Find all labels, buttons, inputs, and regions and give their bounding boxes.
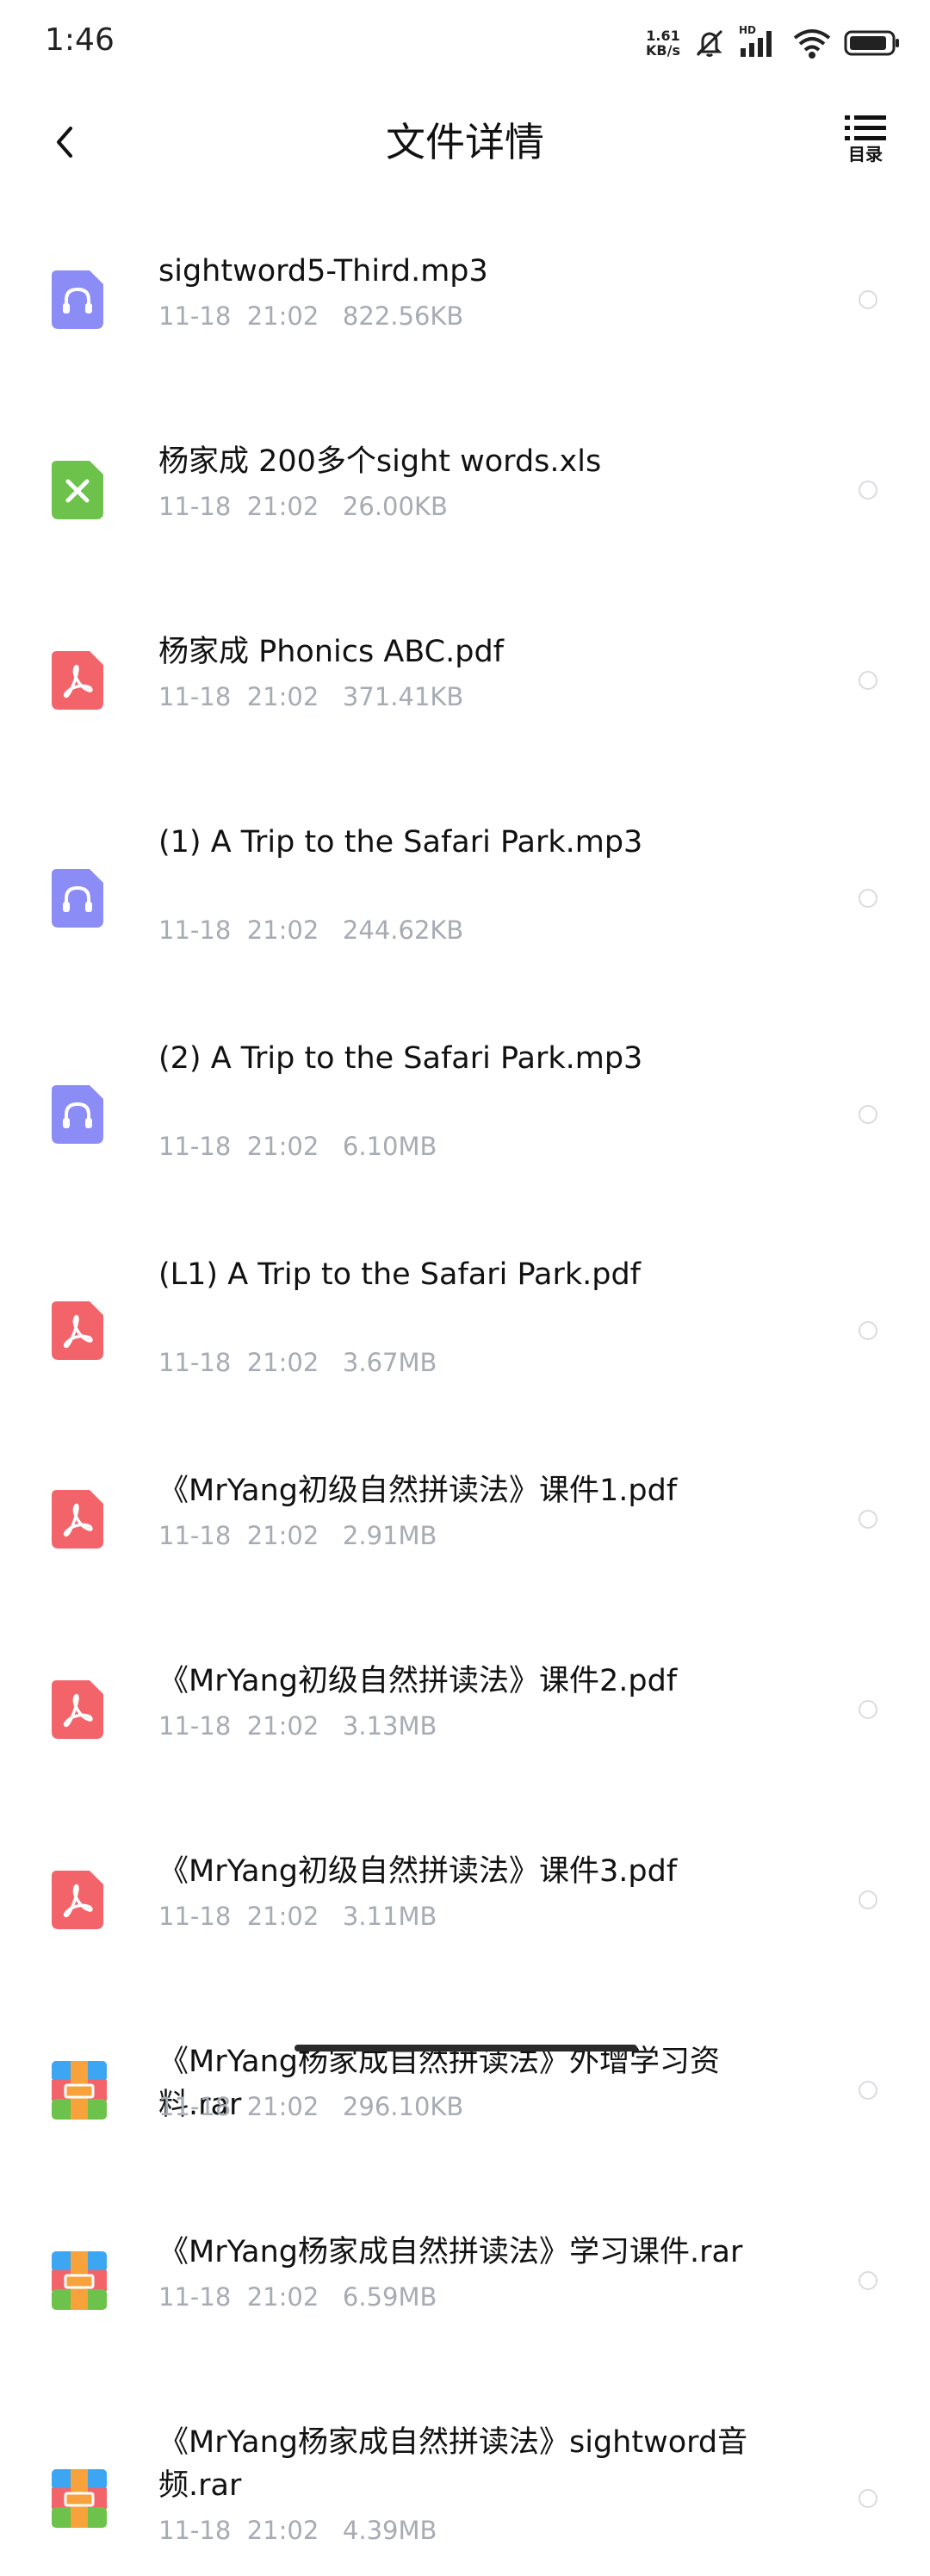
audio-file-icon	[52, 1085, 103, 1144]
select-radio[interactable]	[859, 2081, 877, 2100]
archive-file-icon	[52, 2061, 107, 2120]
file-row[interactable]: 《MrYang初级自然拼读法》课件2.pdf 11-18 21:02 3.13MB	[0, 1642, 930, 1789]
toc-label: 目录	[848, 144, 883, 164]
file-row[interactable]: sightword5-Third.mp3 11-18 21:02 822.56KB	[0, 233, 930, 379]
select-radio[interactable]	[859, 1890, 877, 1909]
file-row[interactable]: (L1) A Trip to the Safari Park.pdf 11-18 …	[0, 1236, 930, 1408]
file-name: sightword5-Third.mp3	[158, 254, 488, 289]
file-row[interactable]: 《MrYang杨家成自然拼读法》sightword音频.rar 11-18 21:…	[0, 2404, 930, 2576]
status-bar: 1:46 1.61 KB/s HD	[0, 0, 930, 86]
archive-file-icon	[52, 2251, 107, 2310]
file-name: 《MrYang杨家成自然拼读法》sightword音频.rar	[158, 2425, 748, 2503]
file-row[interactable]: 《MrYang杨家成自然拼读法》学习课件.rar 11-18 21:02 6.59…	[0, 2213, 930, 2360]
select-radio[interactable]	[859, 1510, 877, 1529]
battery-icon	[844, 28, 901, 58]
file-name: 杨家成 200多个sight words.xls	[158, 444, 602, 479]
select-radio[interactable]	[859, 889, 877, 908]
file-meta: 11-18 21:02 2.91MB	[158, 1521, 437, 1550]
network-speed: 1.61 KB/s	[646, 28, 680, 58]
file-meta: 11-18 21:02 371.41KB	[158, 682, 464, 711]
file-meta: 11-18 21:02 3.13MB	[158, 1711, 437, 1741]
list-icon	[845, 115, 886, 140]
file-row[interactable]: 杨家成 200多个sight words.xls 11-18 21:02 26.0…	[0, 423, 930, 569]
mute-bell-icon	[692, 26, 727, 60]
file-row[interactable]: (2) A Trip to the Safari Park.mp3 11-18 2…	[0, 1020, 930, 1192]
status-time: 1:46	[45, 22, 115, 58]
select-radio[interactable]	[859, 1321, 877, 1340]
excel-file-icon	[52, 461, 103, 519]
file-name: (2) A Trip to the Safari Park.mp3	[158, 1041, 643, 1076]
signal-hd-label: HD	[739, 24, 757, 36]
file-meta: 11-18 21:02 822.56KB	[158, 301, 464, 331]
pdf-file-icon	[52, 1680, 103, 1739]
file-name: 《MrYang初级自然拼读法》课件2.pdf	[158, 1664, 678, 1698]
network-speed-unit: KB/s	[646, 42, 680, 59]
file-meta: 11-18 21:02 6.59MB	[158, 2282, 437, 2312]
signal-icon: HD	[739, 24, 780, 60]
file-row[interactable]: 杨家成 Phonics ABC.pdf 11-18 21:02 371.41KB	[0, 613, 930, 760]
home-indicator[interactable]	[294, 2045, 637, 2051]
page-title: 文件详情	[386, 119, 544, 165]
file-row[interactable]: 《MrYang初级自然拼读法》课件3.pdf 11-18 21:02 3.11MB	[0, 1833, 930, 1979]
file-name: 《MrYang初级自然拼读法》课件3.pdf	[158, 1854, 678, 1889]
select-radio[interactable]	[859, 671, 877, 690]
file-name: (1) A Trip to the Safari Park.mp3	[158, 825, 643, 860]
file-name: 杨家成 Phonics ABC.pdf	[158, 635, 504, 669]
audio-file-icon	[52, 869, 103, 928]
wifi-icon	[792, 26, 832, 60]
select-radio[interactable]	[859, 1105, 877, 1124]
pdf-file-icon	[52, 1490, 103, 1549]
pdf-file-icon	[52, 1301, 103, 1360]
file-row[interactable]: (1) A Trip to the Safari Park.mp3 11-18 2…	[0, 804, 930, 976]
select-radio[interactable]	[859, 2489, 877, 2508]
audio-file-icon	[52, 270, 103, 329]
file-name: 《MrYang杨家成自然拼读法》学习课件.rar	[158, 2235, 743, 2269]
file-meta: 11-18 21:02 3.67MB	[158, 1348, 437, 1377]
archive-file-icon	[52, 2469, 107, 2528]
header-bar: 文件详情 目录	[0, 86, 930, 198]
file-meta: 11-18 21:02 6.10MB	[158, 1132, 437, 1161]
file-meta: 11-18 21:02 26.00KB	[158, 492, 448, 521]
pdf-file-icon	[52, 1871, 103, 1929]
select-radio[interactable]	[859, 290, 877, 309]
toc-button[interactable]: 目录	[835, 112, 896, 172]
file-row[interactable]: 《MrYang初级自然拼读法》课件1.pdf 11-18 21:02 2.91MB	[0, 1452, 930, 1598]
file-meta: 11-18 21:02 296.10KB	[158, 2092, 464, 2121]
select-radio[interactable]	[859, 2271, 877, 2290]
pdf-file-icon	[52, 651, 103, 710]
file-meta: 11-18 21:02 3.11MB	[158, 1902, 437, 1931]
select-radio[interactable]	[859, 481, 877, 500]
file-meta: 11-18 21:02 4.39MB	[158, 2516, 437, 2545]
select-radio[interactable]	[859, 1700, 877, 1719]
file-name: (L1) A Trip to the Safari Park.pdf	[158, 1257, 641, 1292]
file-name: 《MrYang初级自然拼读法》课件1.pdf	[158, 1474, 678, 1508]
status-icons: 1.61 KB/s HD	[646, 24, 901, 62]
file-meta: 11-18 21:02 244.62KB	[158, 916, 464, 945]
network-speed-value: 1.61	[646, 28, 680, 44]
